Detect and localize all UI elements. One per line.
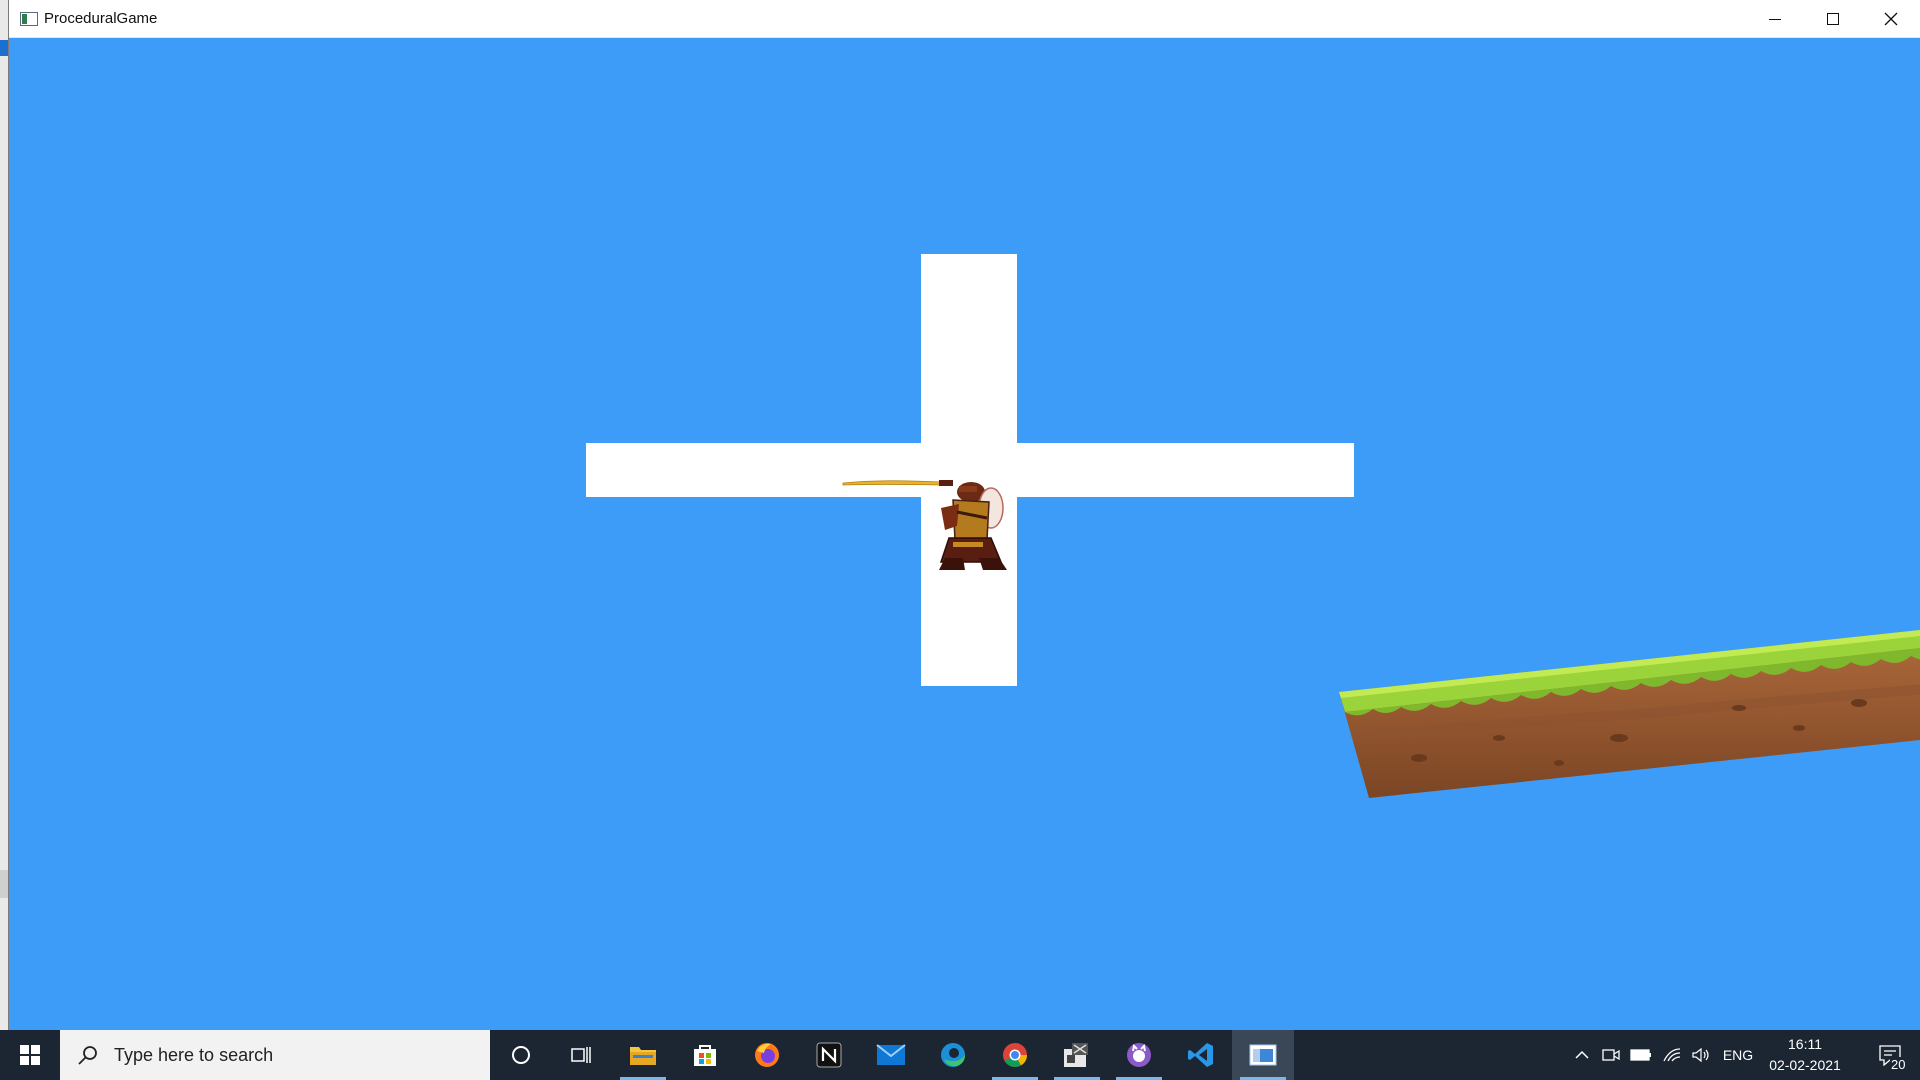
title-bar[interactable]: ProceduralGame — [9, 0, 1920, 38]
player-character — [842, 480, 1007, 570]
battery-button[interactable] — [1626, 1030, 1656, 1080]
mail-button[interactable] — [860, 1030, 922, 1080]
notification-count: 20 — [1890, 1057, 1907, 1072]
chevron-up-icon — [1575, 1050, 1589, 1059]
file-explorer-icon — [630, 1047, 656, 1065]
cortana-icon — [512, 1046, 530, 1064]
battery-icon — [1630, 1049, 1651, 1061]
task-view-icon — [571, 1047, 591, 1063]
chrome-button[interactable] — [984, 1030, 1046, 1080]
window-title: ProceduralGame — [44, 10, 158, 27]
show-hidden-icons-button[interactable] — [1568, 1030, 1596, 1080]
maximize-button[interactable] — [1804, 0, 1862, 38]
search-icon — [78, 1046, 97, 1065]
chrome-icon — [1003, 1043, 1027, 1068]
taskbar: Type here to search ENG 16:11 02-02-2021… — [0, 1030, 1920, 1080]
vscode-button[interactable] — [1170, 1030, 1232, 1080]
speaker-icon — [1692, 1047, 1709, 1063]
firefox-icon — [755, 1043, 779, 1067]
taskbar-search-box[interactable]: Type here to search — [60, 1030, 490, 1080]
edge-icon — [941, 1043, 965, 1067]
minimize-button[interactable] — [1746, 0, 1804, 38]
maximize-icon — [1827, 13, 1839, 25]
close-button[interactable] — [1862, 0, 1920, 38]
game-viewport[interactable] — [9, 38, 1920, 1030]
close-icon — [1884, 12, 1898, 26]
file-explorer-button[interactable] — [612, 1030, 674, 1080]
game-app-button[interactable] — [1046, 1030, 1108, 1080]
input-language-button[interactable]: ENG — [1718, 1030, 1758, 1080]
taskbar-clock[interactable]: 16:11 02-02-2021 — [1755, 1034, 1855, 1076]
app-window-icon[interactable] — [20, 12, 38, 26]
microsoft-store-button[interactable] — [674, 1030, 736, 1080]
github-desktop-icon — [1127, 1043, 1151, 1067]
notion-icon — [816, 1042, 842, 1068]
game-window: ProceduralGame — [8, 0, 1920, 1030]
search-placeholder: Type here to search — [114, 1044, 274, 1065]
wifi-icon — [1663, 1048, 1681, 1062]
edge-button[interactable] — [922, 1030, 984, 1080]
meet-now-button[interactable] — [1598, 1030, 1624, 1080]
microsoft-store-icon — [694, 1045, 716, 1066]
windows-logo-icon — [20, 1045, 40, 1065]
clock-date: 02-02-2021 — [1769, 1057, 1841, 1073]
task-view-button[interactable] — [550, 1030, 612, 1080]
mail-icon — [876, 1044, 906, 1065]
minimize-icon — [1769, 18, 1781, 20]
game-app-icon — [1064, 1043, 1088, 1067]
clock-time: 16:11 — [1788, 1036, 1822, 1052]
grass-platform — [1339, 630, 1920, 798]
camera-icon — [1602, 1049, 1620, 1061]
firefox-button[interactable] — [736, 1030, 798, 1080]
language-indicator: ENG — [1722, 1047, 1754, 1063]
action-center-button[interactable]: 20 — [1860, 1030, 1920, 1080]
procedural-game-icon — [1249, 1044, 1277, 1066]
volume-button[interactable] — [1688, 1030, 1714, 1080]
notion-button[interactable] — [798, 1030, 860, 1080]
vscode-icon — [1188, 1043, 1213, 1067]
procedural-game-taskbar-button[interactable] — [1232, 1030, 1294, 1080]
cortana-button[interactable] — [490, 1030, 552, 1080]
start-button[interactable] — [0, 1030, 60, 1080]
network-button[interactable] — [1658, 1030, 1686, 1080]
github-desktop-button[interactable] — [1108, 1030, 1170, 1080]
